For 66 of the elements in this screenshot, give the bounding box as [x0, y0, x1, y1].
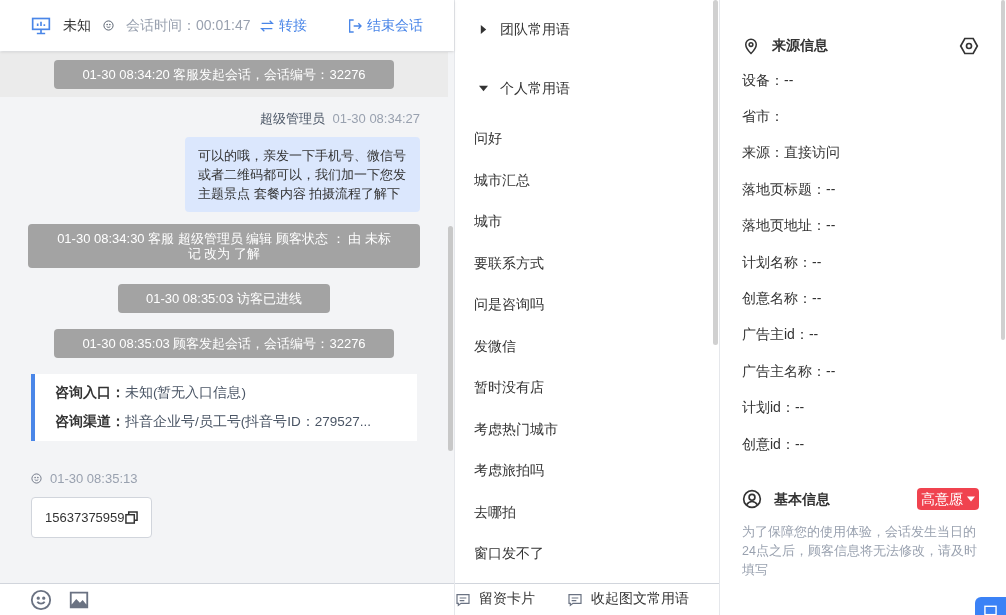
info-field: 来源：直接访问 — [742, 134, 979, 172]
copy-icon — [124, 510, 138, 524]
info-field: 广告主id：-- — [742, 316, 979, 354]
quick-reply-item[interactable]: 窗口发不了 — [455, 533, 713, 575]
quick-reply-item[interactable]: 考虑热门城市 — [455, 408, 713, 450]
system-notice: 01-30 08:35:03 顾客发起会话，会话编号：32276 — [54, 328, 394, 358]
location-pin-icon — [742, 36, 760, 55]
chat-float-button[interactable] — [975, 597, 1006, 615]
quick-reply-item[interactable]: 发微信 — [455, 325, 713, 367]
phone-message: 15637375959 — [31, 496, 152, 538]
section-title: 来源信息 — [772, 36, 828, 55]
group-header[interactable]: 团队常用语 — [455, 0, 713, 59]
group-header[interactable]: 个人常用语 — [455, 59, 713, 118]
info-value: 未知(暂无入口信息) — [125, 383, 246, 402]
info-field: 计划id：-- — [742, 389, 979, 426]
monitor-icon — [31, 15, 51, 36]
message-icon — [567, 591, 583, 608]
info-field: 落地页标题：-- — [742, 171, 979, 208]
system-notice: 01-30 08:34:30 客服 超级管理员 编辑 顾客状态 ： 由 未标记 改为 了解 — [28, 223, 420, 268]
info-field: 省市： — [742, 98, 979, 135]
intent-tag[interactable]: 高意愿 — [917, 488, 979, 511]
info-field: 广告主名称：-- — [742, 353, 979, 390]
settings-icon[interactable] — [959, 35, 979, 56]
sender-name: 超级管理员 — [259, 110, 325, 128]
system-notice: 01-30 08:34:20 客服发起会话，会话编号：32276 — [54, 60, 394, 89]
exit-icon — [347, 17, 363, 34]
message-time: 01-30 08:35:13 — [50, 470, 138, 488]
caret-down-icon — [479, 84, 488, 93]
session-time: 会话时间：00:01:47 — [126, 16, 251, 35]
footer-button[interactable]: 收起图文常用语 — [567, 589, 689, 610]
info-label: 咨询入口： — [55, 383, 125, 402]
quick-reply-item[interactable]: 要联系方式 — [455, 242, 713, 284]
channel-name: 未知 — [63, 16, 91, 35]
quick-reply-item[interactable]: 去哪拍 — [455, 491, 713, 533]
chat-icon — [984, 605, 997, 615]
scrollbar[interactable] — [1001, 0, 1005, 340]
info-field: 计划名称：-- — [742, 243, 979, 281]
info-field: 落地页地址：-- — [742, 207, 979, 244]
smiley-icon — [103, 20, 114, 31]
footer-button[interactable]: 留资卡片 — [455, 589, 535, 610]
transfer-button[interactable]: 转接 — [258, 15, 307, 36]
message-bubble: 可以的哦，亲发一下手机号、微信号或者二维码都可以，我们加一下您发主题景点 套餐内容 拍摄流程了解下 — [185, 136, 420, 212]
quick-reply-item[interactable]: 问好 — [455, 118, 713, 160]
caret-down-icon — [967, 495, 975, 504]
scrollbar[interactable] — [448, 226, 453, 451]
quick-reply-item[interactable]: 暂时没有店 — [455, 367, 713, 409]
smiley-icon — [30, 588, 52, 611]
info-field: 设备：-- — [742, 62, 979, 99]
quick-reply-item[interactable]: 考虑旅拍吗 — [455, 450, 713, 492]
caret-right-icon — [479, 25, 488, 34]
message-icon — [455, 591, 471, 608]
system-notice: 01-30 08:35:03 访客已进线 — [117, 283, 331, 313]
notice-text: 为了保障您的使用体验，会话发生当日的24点之后，顾客信息将无法修改，请及时填写 — [742, 524, 978, 580]
info-field: 创意id：-- — [742, 425, 979, 463]
message-time: 01-30 08:34:27 — [332, 110, 420, 128]
quick-reply-item[interactable]: 城市 — [455, 201, 713, 243]
info-field: 创意名称：-- — [742, 280, 979, 317]
end-session-button[interactable]: 结束会话 — [347, 15, 423, 36]
smiley-icon — [31, 473, 42, 485]
section-title: 基本信息 — [774, 489, 830, 509]
info-label: 咨询渠道： — [55, 412, 125, 431]
quick-reply-item[interactable]: 城市汇总 — [455, 159, 713, 201]
quick-reply-item[interactable]: 问是咨询吗 — [455, 284, 713, 326]
scrollbar[interactable] — [713, 0, 718, 345]
user-icon — [742, 489, 762, 510]
info-value: 抖音企业号/员工号(抖音号ID：279527... — [125, 412, 372, 431]
